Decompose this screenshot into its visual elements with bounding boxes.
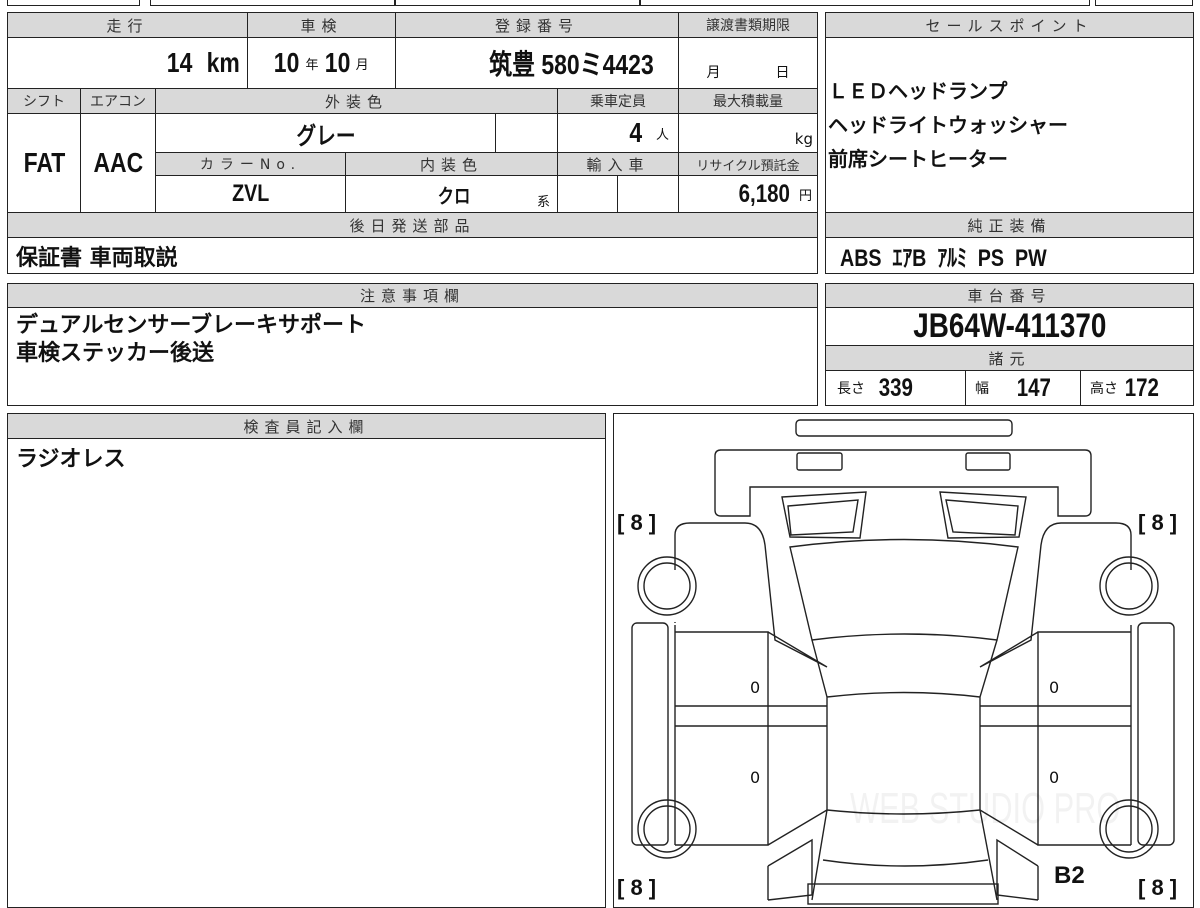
rear-lamp-left (780, 490, 867, 539)
chassis-header: 車台番号 (825, 283, 1194, 308)
transfer-deadline-header: 譲渡書類期限 (678, 12, 818, 38)
top-strip-cell (150, 0, 395, 6)
tire-tread-front-right: [ 8 ] (1138, 510, 1178, 535)
chassis-value: JB64W-411370 (825, 307, 1194, 346)
wheel-rear-left (636, 798, 697, 859)
sales-point-item: ＬＥＤヘッドランプ (828, 79, 1008, 103)
left-body (673, 521, 827, 901)
registration-header: 登録番号 (395, 12, 679, 38)
rear-lamp-right (938, 490, 1027, 539)
sales-point-item: 前席シートヒーター (828, 147, 1008, 171)
imported-header: 輸入車 (557, 152, 679, 176)
wheel-front-right (1098, 555, 1159, 616)
interior-color-value: クロ系 (345, 175, 558, 213)
vehicle-damage-diagram: WEB STUDIO PRO [ 8 ] [ 8 ] [ 8 ] [ 8 ] 0… (613, 413, 1194, 908)
later-parts-header: 後日発送部品 (7, 212, 818, 238)
right-body (979, 521, 1132, 901)
top-strip-cell (640, 0, 1090, 6)
tire-tread-rear-right: [ 8 ] (1138, 875, 1178, 900)
spec-length: 長さ 339 (825, 370, 966, 406)
sales-points-list: ＬＥＤヘッドランプ ヘッドライトウォッシャー 前席シートヒーター (825, 37, 1194, 213)
capacity-value: 4人 (557, 113, 679, 153)
sales-points-header: セールスポイント (825, 12, 1194, 38)
mileage-header: 走行 (7, 12, 248, 38)
front-bumper (806, 882, 999, 905)
wheel-front-left (636, 555, 697, 616)
notes-body: デュアルセンサーブレーキサポート 車検ステッカー後送 (7, 307, 818, 406)
exterior-color-value: グレー (155, 113, 496, 153)
recycle-value: 6,180 円 (678, 175, 818, 213)
rear-bumper (794, 418, 1013, 437)
interior-color-header: 内装色 (345, 152, 558, 176)
left-step (630, 621, 669, 846)
inspector-header: 検査員記入欄 (7, 413, 606, 439)
transfer-deadline-value: 月日 (678, 37, 818, 89)
top-strip-cell (395, 0, 640, 6)
mark-right-rear-door: 0 (1049, 768, 1060, 787)
tire-tread-front-left: [ 8 ] (617, 510, 657, 535)
notes-header: 注意事項欄 (7, 283, 818, 308)
capacity-header: 乗車定員 (557, 88, 679, 114)
color-no-header: カラーNo. (155, 152, 346, 176)
rear-glass (788, 538, 1019, 641)
note-line: デュアルセンサーブレーキサポート (16, 313, 367, 338)
aircon-value: AAC (80, 113, 156, 213)
imported-value-b (617, 175, 679, 213)
spec-width: 幅 147 (965, 370, 1081, 406)
inspector-notes: ラジオレス (7, 438, 606, 908)
recycle-header: リサイクル預託金 (678, 152, 818, 176)
exterior-color-extra (495, 113, 558, 153)
note-line: 車検ステッカー後送 (16, 341, 215, 366)
equipment-header: 純正装備 (825, 212, 1194, 238)
equipment-value: ABS ｴｱB ｱﾙﾐ PS PW (825, 237, 1194, 274)
max-load-header: 最大積載量 (678, 88, 818, 114)
mileage-value: 14 km (7, 37, 248, 89)
sales-point-item: ヘッドライトウォッシャー (828, 113, 1068, 137)
top-strip-cell (1095, 0, 1193, 6)
spec-height: 高さ 172 (1080, 370, 1194, 406)
inspection-header: 車検 (247, 12, 396, 38)
shift-value: FAT (7, 113, 81, 213)
rear-hatch (713, 448, 1092, 517)
exterior-color-header: 外装色 (155, 88, 558, 114)
shift-header: シフト (7, 88, 81, 114)
mark-b2: B2 (1054, 862, 1085, 889)
rear-plate-right (964, 451, 1011, 471)
color-no-value: ZVL (155, 175, 346, 213)
mark-right-front-door: 0 (1049, 678, 1060, 697)
imported-value-a (557, 175, 618, 213)
rear-plate-left (795, 451, 843, 471)
mark-left-rear-door: 0 (750, 768, 761, 787)
registration-value: 筑豊 580ミ4423 (395, 37, 679, 89)
aircon-header: エアコン (80, 88, 156, 114)
inspection-value: 10 年 10 月 (247, 37, 396, 89)
top-strip-cell (7, 0, 140, 6)
later-parts-value: 保証書 車両取説 (7, 237, 818, 274)
tire-tread-rear-left: [ 8 ] (617, 875, 657, 900)
mark-left-front-door: 0 (750, 678, 761, 697)
max-load-value: kg (678, 113, 818, 153)
specs-header: 諸元 (825, 345, 1194, 371)
watermark: WEB STUDIO PRO (850, 784, 1121, 833)
